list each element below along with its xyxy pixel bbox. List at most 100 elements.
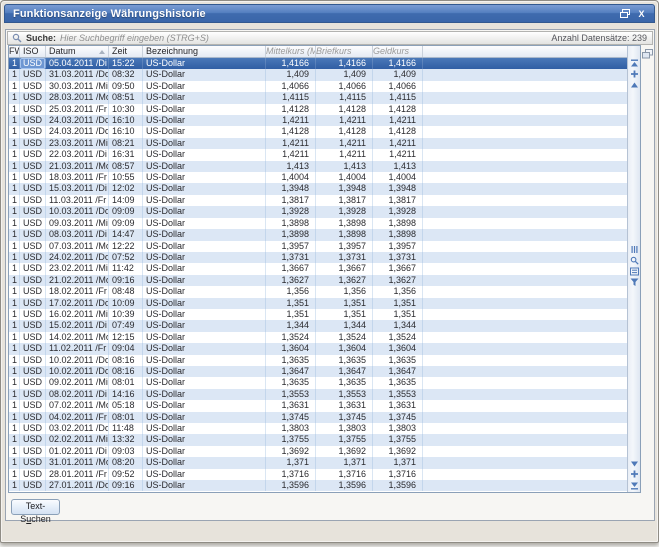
table-row[interactable]: 1 USD 27.01.2011 /Do 09:16 US-Dollar 1,3… (9, 480, 627, 491)
table-row[interactable]: 1 USD 22.03.2011 /Di 16:31 US-Dollar 1,4… (9, 149, 627, 160)
cell-iso: USD (20, 126, 46, 137)
table-row[interactable]: 1 USD 09.03.2011 /Mi 09:09 US-Dollar 1,3… (9, 218, 627, 229)
table-row[interactable]: 1 USD 02.02.2011 /Mi 13:32 US-Dollar 1,3… (9, 434, 627, 445)
table-row[interactable]: 1 USD 11.03.2011 /Fr 14:09 US-Dollar 1,3… (9, 195, 627, 206)
cell-zeit: 11:48 (109, 423, 143, 434)
cell-zeit: 08:01 (109, 377, 143, 388)
cell-filler (423, 161, 627, 172)
column-header-fw[interactable]: FW (9, 46, 20, 57)
cell-iso: USD (20, 92, 46, 103)
table-row[interactable]: 1 USD 01.02.2011 /Di 09:03 US-Dollar 1,3… (9, 446, 627, 457)
column-header-mittel[interactable]: Mittelkurs (MN) (266, 46, 316, 57)
table-row[interactable]: 1 USD 21.03.2011 /Mo 08:57 US-Dollar 1,4… (9, 161, 627, 172)
column-header-brief[interactable]: Briefkurs (316, 46, 373, 57)
cell-bezeichnung: US-Dollar (143, 218, 266, 229)
cell-briefkurs: 1,3635 (316, 377, 373, 388)
table-row[interactable]: 1 USD 31.03.2011 /Do 08:32 US-Dollar 1,4… (9, 69, 627, 80)
table-row[interactable]: 1 USD 21.02.2011 /Mo 09:16 US-Dollar 1,3… (9, 275, 627, 286)
cell-geldkurs: 1,3745 (373, 412, 423, 423)
table-row[interactable]: 1 USD 15.02.2011 /Di 07:49 US-Dollar 1,3… (9, 320, 627, 331)
scroll-page-down-icon[interactable] (630, 470, 639, 479)
table-row[interactable]: 1 USD 10.02.2011 /Do 08:16 US-Dollar 1,3… (9, 366, 627, 377)
cell-zeit: 12:02 (109, 183, 143, 194)
cell-geldkurs: 1,4211 (373, 149, 423, 160)
column-header-datum[interactable]: Datum (46, 46, 109, 57)
cell-fw: 1 (9, 161, 20, 172)
vertical-scrollbar[interactable] (627, 46, 640, 492)
restore-window-icon[interactable] (617, 7, 632, 20)
scroll-last-icon[interactable] (630, 481, 639, 490)
cell-geldkurs: 1,3524 (373, 332, 423, 343)
record-count: Anzahl Datensätze: 239 (551, 33, 647, 43)
scroll-page-up-icon[interactable] (630, 70, 639, 79)
cell-bezeichnung: US-Dollar (143, 138, 266, 149)
cell-briefkurs: 1,3745 (316, 412, 373, 423)
table-row[interactable]: 1 USD 28.03.2011 /Mo 08:51 US-Dollar 1,4… (9, 92, 627, 103)
column-header-zeit[interactable]: Zeit (109, 46, 143, 57)
scroll-down-icon[interactable] (630, 459, 639, 468)
cell-filler (423, 69, 627, 80)
scroll-first-icon[interactable] (630, 59, 639, 68)
table-row[interactable]: 1 USD 15.03.2011 /Di 12:02 US-Dollar 1,3… (9, 183, 627, 194)
column-header-bez[interactable]: Bezeichnung (143, 46, 266, 57)
cell-bezeichnung: US-Dollar (143, 309, 266, 320)
cell-bezeichnung: US-Dollar (143, 423, 266, 434)
table-row[interactable]: 1 USD 31.01.2011 /Mo 08:20 US-Dollar 1,3… (9, 457, 627, 468)
table-row[interactable]: 1 USD 17.02.2011 /Do 10:09 US-Dollar 1,3… (9, 298, 627, 309)
table-row[interactable]: 1 USD 18.02.2011 /Fr 08:48 US-Dollar 1,3… (9, 286, 627, 297)
cell-datum: 28.01.2011 /Fr (46, 469, 109, 480)
search-bar[interactable]: Suche: Hier Suchbegriff eingeben (STRG+S… (7, 31, 653, 45)
column-header-geld[interactable]: Geldkurs (373, 46, 423, 57)
column-chooser-icon[interactable] (642, 46, 653, 56)
cell-briefkurs: 1,3553 (316, 389, 373, 400)
column-header-iso[interactable]: ISO (20, 46, 46, 57)
cell-mittelkurs: 1,4166 (266, 58, 316, 69)
details-icon[interactable] (630, 267, 639, 276)
cell-bezeichnung: US-Dollar (143, 446, 266, 457)
table-row[interactable]: 1 USD 24.03.2011 /Do 16:10 US-Dollar 1,4… (9, 115, 627, 126)
zoom-icon[interactable] (630, 256, 639, 265)
cell-zeit: 08:48 (109, 286, 143, 297)
text-search-button[interactable]: Text-Suchen (11, 499, 60, 515)
cell-datum: 31.01.2011 /Mo (46, 457, 109, 468)
cell-briefkurs: 1,4066 (316, 81, 373, 92)
table-row[interactable]: 1 USD 08.03.2011 /Di 14:47 US-Dollar 1,3… (9, 229, 627, 240)
table-row[interactable]: 1 USD 24.03.2011 /Do 16:10 US-Dollar 1,4… (9, 126, 627, 137)
cell-mittelkurs: 1,3692 (266, 446, 316, 457)
scroll-up-icon[interactable] (630, 81, 639, 90)
table-row[interactable]: 1 USD 07.03.2011 /Mo 12:22 US-Dollar 1,3… (9, 241, 627, 252)
cell-fw: 1 (9, 138, 20, 149)
scroll-grip-icon[interactable] (630, 245, 639, 254)
table-row[interactable]: 1 USD 03.02.2011 /Do 11:48 US-Dollar 1,3… (9, 423, 627, 434)
table-row[interactable]: 1 USD 10.03.2011 /Do 09:09 US-Dollar 1,3… (9, 206, 627, 217)
cell-zeit: 13:32 (109, 434, 143, 445)
cell-zeit: 15:22 (109, 58, 143, 69)
cell-bezeichnung: US-Dollar (143, 298, 266, 309)
table-row[interactable]: 1 USD 07.02.2011 /Mo 05:18 US-Dollar 1,3… (9, 400, 627, 411)
filter-icon[interactable] (630, 278, 639, 287)
table-row[interactable]: 1 USD 09.02.2011 /Mi 08:01 US-Dollar 1,3… (9, 377, 627, 388)
table-row[interactable]: 1 USD 23.02.2011 /Mi 11:42 US-Dollar 1,3… (9, 263, 627, 274)
table-row[interactable]: 1 USD 04.02.2011 /Fr 08:01 US-Dollar 1,3… (9, 412, 627, 423)
cell-mittelkurs: 1,4066 (266, 81, 316, 92)
table-row[interactable]: 1 USD 28.01.2011 /Fr 09:52 US-Dollar 1,3… (9, 469, 627, 480)
table-row[interactable]: 1 USD 10.02.2011 /Do 08:16 US-Dollar 1,3… (9, 355, 627, 366)
table-row[interactable]: 1 USD 18.03.2011 /Fr 10:55 US-Dollar 1,4… (9, 172, 627, 183)
cell-mittelkurs: 1,3635 (266, 377, 316, 388)
titlebar[interactable]: Funktionsanzeige Währungshistorie X (4, 4, 655, 23)
table-row[interactable]: 1 USD 05.04.2011 /Di 15:22 US-Dollar 1,4… (9, 58, 627, 69)
cell-datum: 08.03.2011 /Di (46, 229, 109, 240)
table-row[interactable]: 1 USD 24.02.2011 /Do 07:52 US-Dollar 1,3… (9, 252, 627, 263)
table-row[interactable]: 1 USD 25.03.2011 /Fr 10:30 US-Dollar 1,4… (9, 104, 627, 115)
table-row[interactable]: 1 USD 30.03.2011 /Mi 09:50 US-Dollar 1,4… (9, 81, 627, 92)
cell-filler (423, 149, 627, 160)
close-button[interactable]: X (634, 7, 649, 20)
cell-geldkurs: 1,3731 (373, 252, 423, 263)
search-input[interactable]: Hier Suchbegriff eingeben (STRG+S) (60, 33, 547, 43)
table-row[interactable]: 1 USD 16.02.2011 /Mi 10:39 US-Dollar 1,3… (9, 309, 627, 320)
table-row[interactable]: 1 USD 08.02.2011 /Di 14:16 US-Dollar 1,3… (9, 389, 627, 400)
table-row[interactable]: 1 USD 11.02.2011 /Fr 09:04 US-Dollar 1,3… (9, 343, 627, 354)
table-row[interactable]: 1 USD 14.02.2011 /Mo 12:15 US-Dollar 1,3… (9, 332, 627, 343)
table-row[interactable]: 1 USD 23.03.2011 /Mi 08:21 US-Dollar 1,4… (9, 138, 627, 149)
cell-zeit: 09:09 (109, 206, 143, 217)
